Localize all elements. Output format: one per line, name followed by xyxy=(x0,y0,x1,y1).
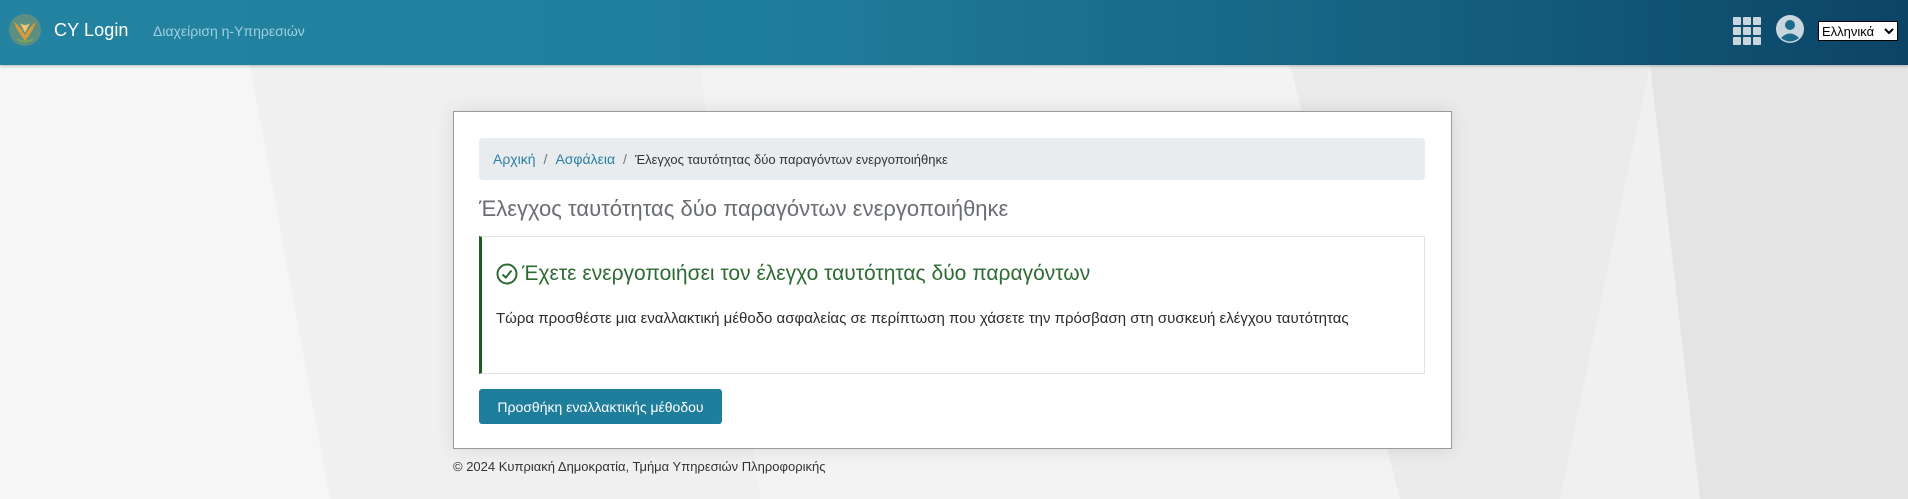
page-title: Έλεγχος ταυτότητας δύο παραγόντων ενεργο… xyxy=(479,196,1009,221)
breadcrumb: Αρχική / Ασφάλεια / Έλεγχος ταυτότητας δ… xyxy=(479,138,1425,180)
breadcrumb-home[interactable]: Αρχική xyxy=(493,151,536,167)
success-message: Τώρα προσθέστε μια εναλλακτική μέθοδο ασ… xyxy=(496,310,1349,327)
language-select-value: Ελληνικά xyxy=(1822,23,1875,39)
chevron-down-icon xyxy=(1884,28,1894,35)
success-panel: Έχετε ενεργοποιήσει τον έλεγχο ταυτότητα… xyxy=(479,236,1425,374)
apps-grid-icon[interactable] xyxy=(1732,16,1762,46)
success-heading-text: Έχετε ενεργοποιήσει τον έλεγχο ταυτότητα… xyxy=(522,262,1091,285)
main-card: Αρχική / Ασφάλεια / Έλεγχος ταυτότητας δ… xyxy=(453,111,1452,449)
success-heading: Έχετε ενεργοποιήσει τον έλεγχο ταυτότητα… xyxy=(496,262,1090,286)
check-circle-icon xyxy=(496,263,518,285)
top-header: CY Login Διαχείριση η-Υπηρεσιών Ελληνικά xyxy=(0,0,1908,65)
footer-copyright: © 2024 Κυπριακή Δημοκρατία, Τμήμα Υπηρεσ… xyxy=(453,459,826,474)
breadcrumb-current: Έλεγχος ταυτότητας δύο παραγόντων ενεργο… xyxy=(634,151,948,167)
cyprus-emblem-icon[interactable] xyxy=(8,13,42,47)
breadcrumb-security[interactable]: Ασφάλεια xyxy=(555,151,615,167)
user-circle-icon[interactable] xyxy=(1775,14,1805,44)
language-select[interactable]: Ελληνικά xyxy=(1818,21,1898,41)
add-alternative-method-button[interactable]: Προσθήκη εναλλακτικής μέθοδου xyxy=(479,389,722,424)
breadcrumb-separator: / xyxy=(543,151,548,167)
breadcrumb-separator: / xyxy=(623,151,627,167)
service-management-link[interactable]: Διαχείριση η-Υπηρεσιών xyxy=(153,23,305,39)
brand-name[interactable]: CY Login xyxy=(54,20,129,41)
